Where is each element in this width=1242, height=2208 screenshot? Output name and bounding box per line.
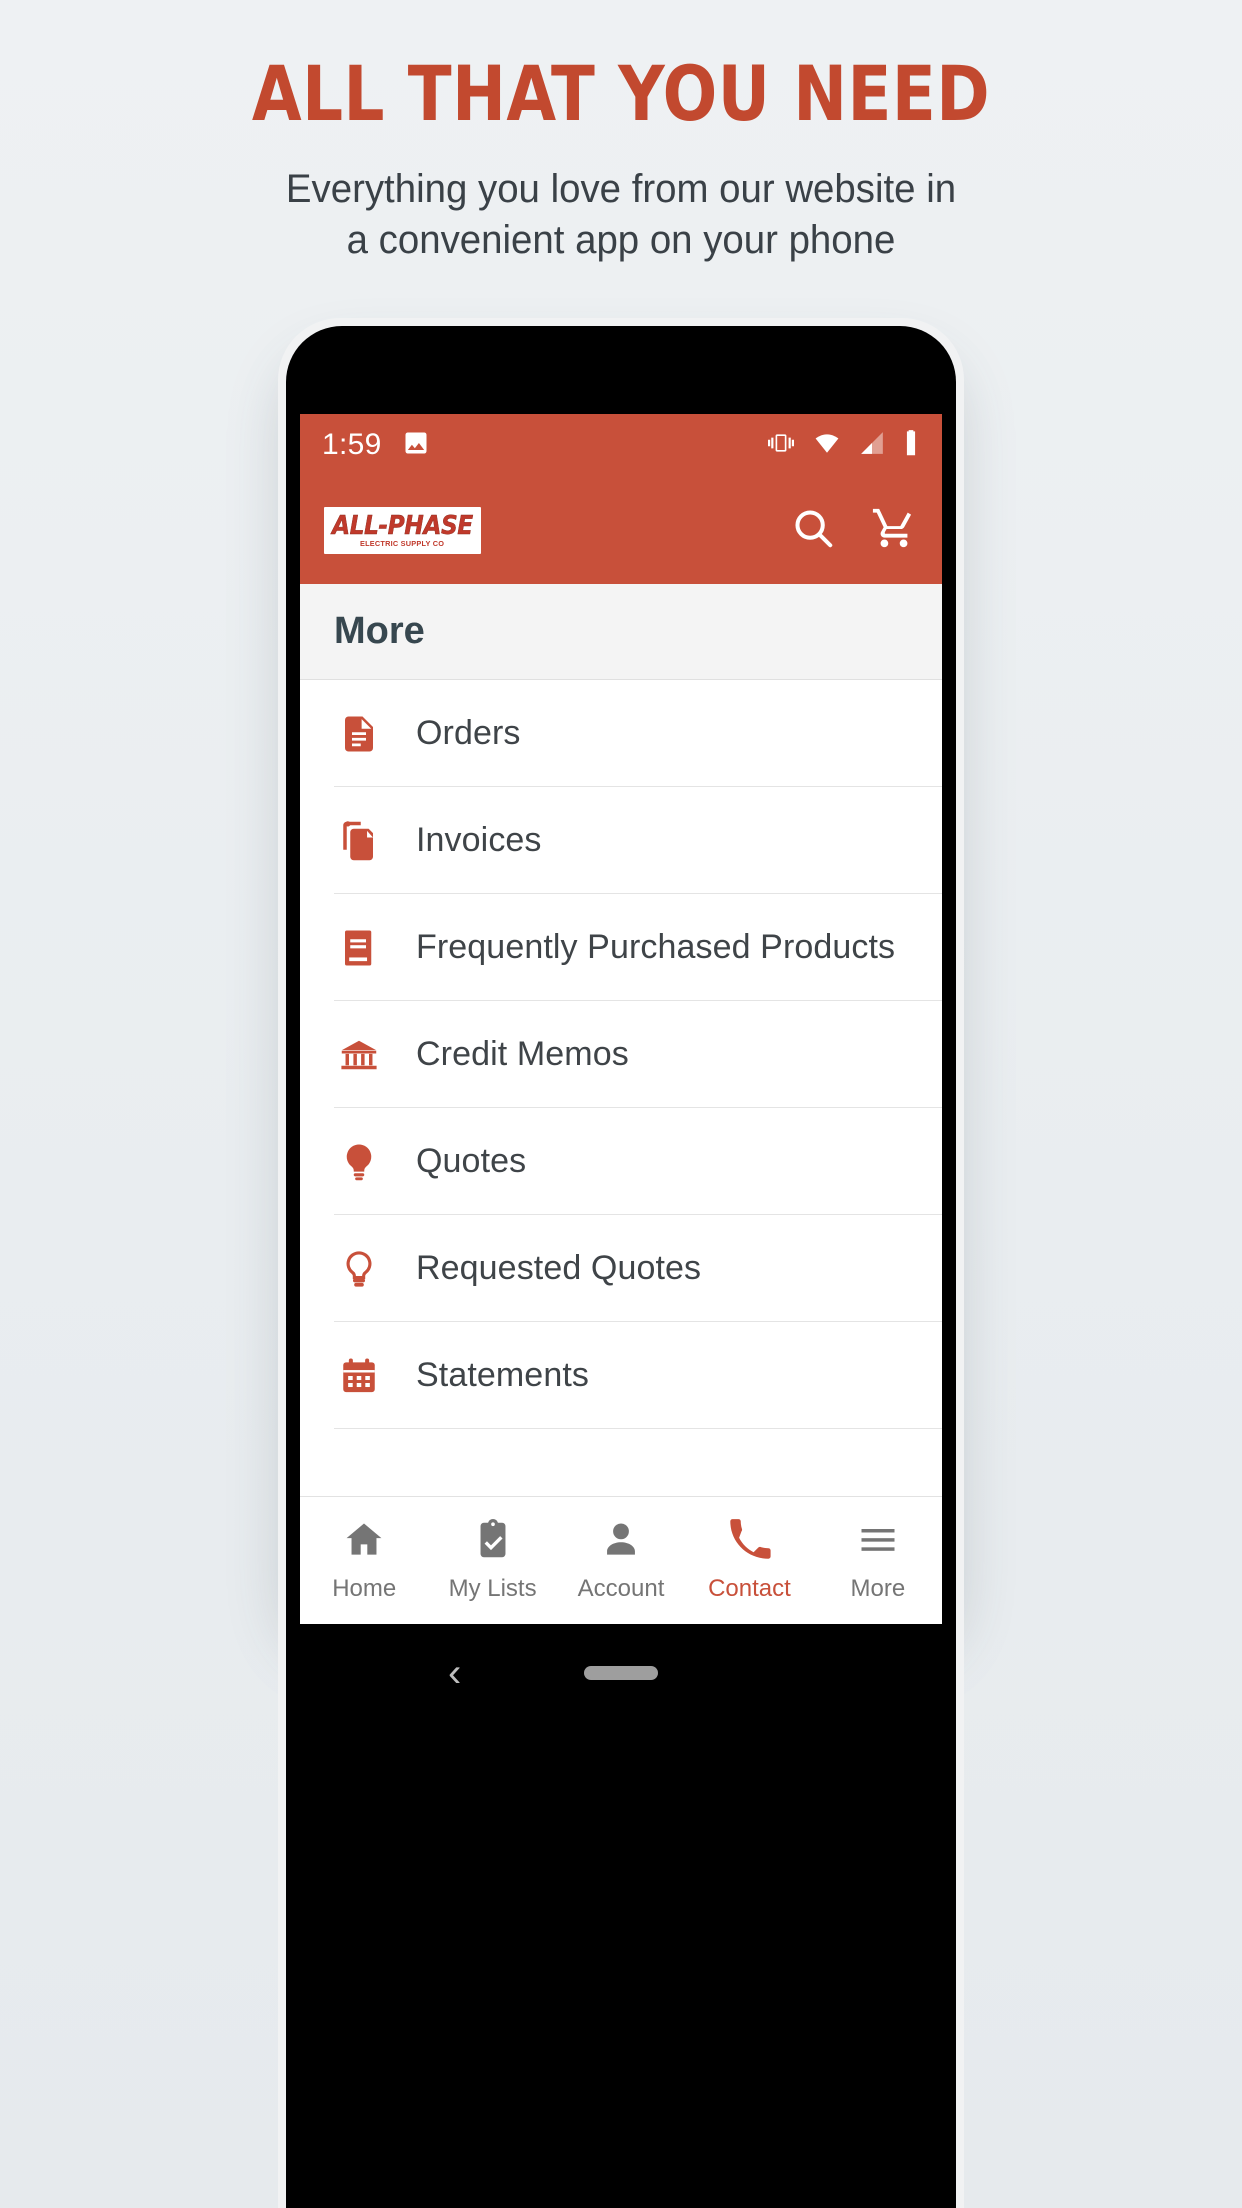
promo-subtitle: Everything you love from our website in …: [25, 164, 1217, 266]
image-icon: [402, 429, 430, 462]
list-item-label: Orders: [416, 714, 521, 752]
lightbulb-filled-icon: [330, 1141, 388, 1183]
page-title: ALL THAT YOU NEED: [251, 49, 991, 138]
list-item-frequently-purchased-products[interactable]: Frequently Purchased Products: [300, 894, 942, 1001]
clipboard-check-icon: [471, 1518, 515, 1567]
bottom-nav-label: Contact: [708, 1575, 791, 1602]
list-item-label: Statements: [416, 1356, 589, 1394]
app-logo[interactable]: ALL-PHASE ELECTRIC SUPPLY CO: [324, 506, 481, 554]
promo-subtitle-line1: Everything you love from our website in: [285, 166, 957, 211]
list-item-label: Requested Quotes: [416, 1249, 702, 1287]
home-pill-icon[interactable]: [584, 1666, 658, 1680]
calendar-icon: [330, 1355, 388, 1397]
person-icon: [599, 1518, 643, 1567]
app-logo-main: ALL-PHASE: [332, 510, 474, 541]
phone-bezel: 1:59 ALL-PHASE ELECTRIC SUPPLY CO More O…: [286, 326, 956, 2208]
hamburger-icon: [856, 1518, 900, 1567]
app-bar: ALL-PHASE ELECTRIC SUPPLY CO: [300, 476, 942, 584]
more-menu-list: Orders Invoices Frequently Purchased Pro…: [300, 680, 942, 1429]
list-item-quotes[interactable]: Quotes: [300, 1108, 942, 1215]
bottom-nav-item-account[interactable]: Account: [557, 1518, 685, 1603]
list-item-credit-memos[interactable]: Credit Memos: [300, 1001, 942, 1108]
bottom-nav-item-home[interactable]: Home: [300, 1518, 428, 1603]
list-item-invoices[interactable]: Invoices: [300, 787, 942, 894]
cart-icon[interactable]: [870, 505, 918, 556]
bank-icon: [330, 1033, 388, 1077]
section-header: More: [300, 584, 942, 680]
search-icon[interactable]: [790, 505, 836, 556]
bottom-nav-item-more[interactable]: More: [814, 1518, 942, 1603]
vibrate-icon: [766, 430, 796, 461]
wifi-icon: [812, 430, 842, 461]
list-item-orders[interactable]: Orders: [300, 680, 942, 787]
bottom-nav-label: Home: [332, 1575, 397, 1602]
section-header-title: More: [334, 610, 425, 652]
list-item-label: Invoices: [416, 821, 542, 859]
app-bar-actions: [790, 505, 918, 556]
bottom-nav-label: More: [850, 1575, 906, 1602]
list-item-label: Quotes: [416, 1142, 527, 1180]
phone-screen: 1:59 ALL-PHASE ELECTRIC SUPPLY CO More O…: [300, 414, 942, 1624]
signal-icon: [858, 430, 886, 461]
status-bar: 1:59: [300, 414, 942, 476]
document-icon: [330, 713, 388, 755]
list-item-requested-quotes[interactable]: Requested Quotes: [300, 1215, 942, 1322]
bottom-nav-label: My Lists: [448, 1575, 537, 1602]
book-icon: [330, 927, 388, 969]
android-navigation-bar: ‹: [300, 1624, 942, 1722]
phone-body: 1:59 ALL-PHASE ELECTRIC SUPPLY CO More O…: [278, 318, 964, 2208]
bottom-nav-item-my-lists[interactable]: My Lists: [428, 1518, 556, 1603]
home-icon: [342, 1518, 386, 1567]
bottom-navigation: Home My Lists Account Contact More: [300, 1496, 942, 1624]
back-chevron-icon[interactable]: ‹: [448, 1653, 461, 1693]
list-item-statements[interactable]: Statements: [300, 1322, 942, 1429]
list-item-label: Frequently Purchased Products: [416, 928, 896, 966]
lightbulb-outline-icon: [330, 1248, 388, 1290]
phone-mockup: 1:59 ALL-PHASE ELECTRIC SUPPLY CO More O…: [278, 318, 964, 2208]
status-bar-notifications: [402, 429, 430, 462]
promo-subtitle-line2: a convenient app on your phone: [346, 217, 896, 262]
copy-documents-icon: [330, 820, 388, 862]
status-bar-time: 1:59: [322, 428, 382, 461]
promo-header: ALL THAT YOU NEED Everything you love fr…: [0, 0, 1242, 266]
bottom-nav-item-contact[interactable]: Contact: [685, 1518, 813, 1603]
phone-icon: [727, 1518, 772, 1567]
battery-icon: [902, 429, 920, 462]
app-logo-sub: ELECTRIC SUPPLY CO: [360, 540, 445, 548]
status-bar-system-icons: [766, 429, 920, 462]
bottom-nav-label: Account: [577, 1575, 665, 1602]
list-item-label: Credit Memos: [416, 1035, 629, 1073]
